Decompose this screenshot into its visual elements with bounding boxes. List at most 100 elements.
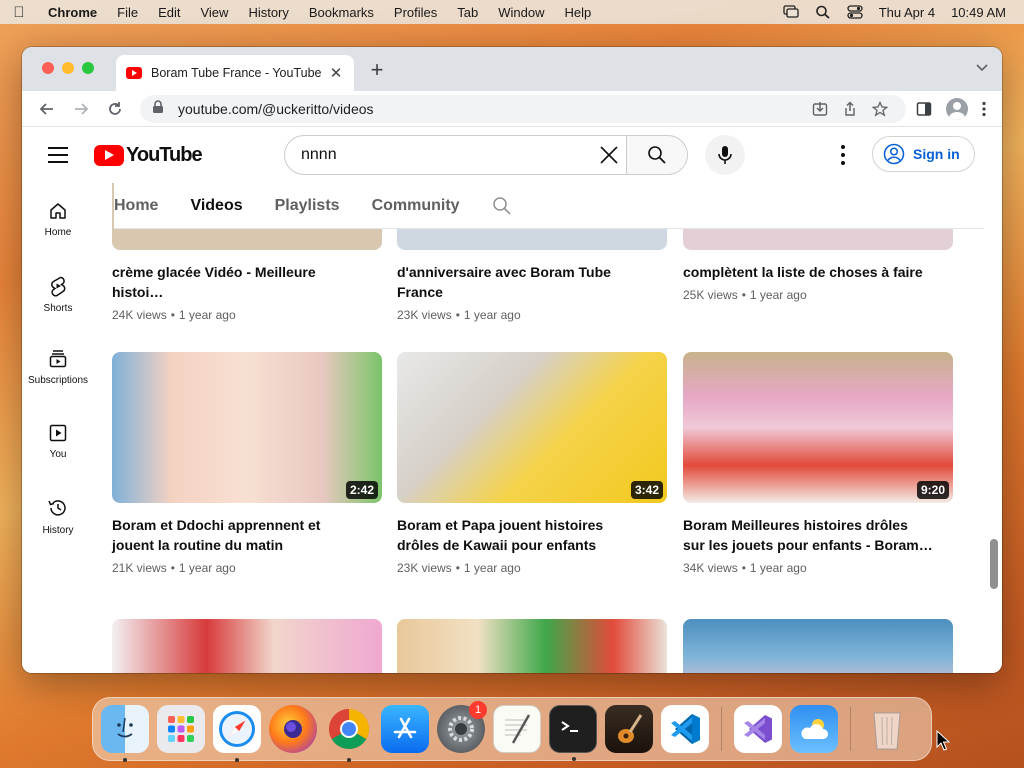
launchpad-icon[interactable] bbox=[157, 705, 205, 753]
share-icon[interactable] bbox=[842, 100, 858, 117]
vscode-icon[interactable] bbox=[661, 705, 709, 753]
visual-studio-icon[interactable] bbox=[734, 705, 782, 753]
tab-community[interactable]: Community bbox=[372, 197, 460, 215]
screen-mirroring-icon[interactable] bbox=[783, 5, 799, 19]
menu-bar:  Chrome File Edit View History Bookmark… bbox=[0, 0, 1024, 24]
chrome-menu-icon[interactable] bbox=[982, 101, 986, 117]
video-thumbnail[interactable] bbox=[397, 619, 667, 673]
search-input[interactable]: nnnn bbox=[284, 135, 626, 175]
video-thumbnail[interactable] bbox=[112, 619, 382, 673]
back-button[interactable] bbox=[32, 94, 62, 124]
tab-playlists[interactable]: Playlists bbox=[275, 197, 340, 215]
tab-home[interactable]: Home bbox=[114, 197, 158, 215]
video-title[interactable]: Boram et Ddochi apprennent et jouent la … bbox=[112, 515, 382, 555]
safari-icon[interactable] bbox=[213, 705, 261, 762]
video-card[interactable]: 3:42 Boram et Papa jouent histoires drôl… bbox=[397, 352, 667, 575]
video-title[interactable]: crème glacée Vidéo - Meilleure histoi… bbox=[112, 262, 382, 302]
garageband-icon[interactable] bbox=[605, 705, 653, 753]
spotlight-search-icon[interactable] bbox=[815, 5, 831, 19]
menu-app-name[interactable]: Chrome bbox=[38, 5, 107, 20]
clear-search-icon[interactable] bbox=[598, 144, 620, 166]
menu-view[interactable]: View bbox=[190, 5, 238, 20]
tab-title: Boram Tube France - YouTube bbox=[151, 66, 322, 80]
weather-icon[interactable] bbox=[790, 705, 838, 753]
menu-date[interactable]: Thu Apr 4 bbox=[879, 5, 935, 20]
menu-file[interactable]: File bbox=[107, 5, 148, 20]
video-meta: 21K views • 1 year ago bbox=[112, 561, 236, 575]
address-bar[interactable]: youtube.com/@uckeritto/videos bbox=[140, 94, 906, 123]
reload-button[interactable] bbox=[100, 94, 130, 124]
video-thumbnail[interactable]: 2:42 bbox=[112, 352, 382, 503]
left-guide: Home Shorts Subscriptions You History bbox=[22, 183, 94, 673]
view-count: 21K views bbox=[112, 561, 167, 575]
textedit-icon[interactable] bbox=[493, 705, 541, 753]
menu-help[interactable]: Help bbox=[555, 5, 602, 20]
dock: 1 bbox=[92, 697, 932, 762]
chrome-icon[interactable] bbox=[325, 705, 373, 762]
video-meta: 24K views • 1 year ago bbox=[112, 308, 236, 322]
video-card[interactable] bbox=[683, 619, 953, 673]
tab-videos[interactable]: Videos bbox=[190, 197, 242, 215]
browser-toolbar: youtube.com/@uckeritto/videos bbox=[22, 91, 1002, 127]
nav-subscriptions[interactable]: Subscriptions bbox=[22, 331, 94, 405]
bookmark-star-icon[interactable] bbox=[872, 100, 888, 117]
nav-home[interactable]: Home bbox=[22, 183, 94, 257]
system-settings-icon[interactable]: 1 bbox=[437, 701, 487, 753]
nav-shorts[interactable]: Shorts bbox=[22, 257, 94, 331]
video-card[interactable]: 2:42 Boram et Ddochi apprennent et jouen… bbox=[112, 352, 382, 575]
video-card[interactable]: 9:20 Boram Meilleures histoires drôles s… bbox=[683, 352, 953, 575]
tab-close-icon[interactable]: ✕ bbox=[328, 64, 344, 82]
install-app-icon[interactable] bbox=[812, 101, 828, 117]
settings-more-icon[interactable] bbox=[840, 145, 846, 165]
video-meta: 25K views • 1 year ago bbox=[683, 288, 807, 302]
video-thumbnail[interactable]: 3:42 bbox=[397, 352, 667, 503]
video-title[interactable]: Boram Meilleures histoires drôles sur le… bbox=[683, 515, 953, 555]
video-title[interactable]: complètent la liste de choses à faire bbox=[683, 262, 953, 282]
page-scrollbar[interactable] bbox=[990, 539, 998, 589]
tab-search-chevron-icon[interactable] bbox=[976, 61, 988, 75]
finder-icon[interactable] bbox=[101, 705, 149, 762]
youtube-logo-text: YouTube bbox=[126, 144, 203, 166]
side-panel-icon[interactable] bbox=[916, 101, 932, 117]
guide-menu-icon[interactable] bbox=[48, 147, 68, 163]
video-thumbnail[interactable]: 9:20 bbox=[683, 352, 953, 503]
video-duration: 9:20 bbox=[916, 481, 949, 499]
apple-menu-icon[interactable]:  bbox=[0, 4, 38, 21]
menu-tab[interactable]: Tab bbox=[447, 5, 488, 20]
video-card[interactable] bbox=[112, 619, 382, 673]
firefox-icon[interactable] bbox=[269, 705, 317, 753]
terminal-icon[interactable] bbox=[549, 705, 597, 761]
voice-search-button[interactable] bbox=[705, 135, 745, 175]
close-window-button[interactable] bbox=[42, 62, 54, 74]
site-info-icon[interactable] bbox=[152, 100, 168, 117]
menu-profiles[interactable]: Profiles bbox=[384, 5, 447, 20]
youtube-logo[interactable]: YouTube bbox=[94, 144, 203, 167]
menu-history[interactable]: History bbox=[238, 5, 298, 20]
nav-history[interactable]: History bbox=[22, 479, 94, 553]
forward-button[interactable] bbox=[66, 94, 96, 124]
nav-you[interactable]: You bbox=[22, 405, 94, 479]
search-button[interactable] bbox=[626, 135, 688, 175]
search-query[interactable]: nnnn bbox=[301, 146, 337, 164]
menu-edit[interactable]: Edit bbox=[148, 5, 190, 20]
video-card[interactable] bbox=[397, 619, 667, 673]
zoom-window-button[interactable] bbox=[82, 62, 94, 74]
browser-tab[interactable]: Boram Tube France - YouTube ✕ bbox=[116, 55, 354, 91]
menu-window[interactable]: Window bbox=[488, 5, 554, 20]
menu-bookmarks[interactable]: Bookmarks bbox=[299, 5, 384, 20]
video-title[interactable]: d'anniversaire avec Boram Tube France bbox=[397, 262, 667, 302]
trash-icon[interactable] bbox=[863, 705, 911, 753]
sign-in-button[interactable]: Sign in bbox=[872, 136, 975, 172]
url-text[interactable]: youtube.com/@uckeritto/videos bbox=[178, 101, 374, 117]
minimize-window-button[interactable] bbox=[62, 62, 74, 74]
you-icon bbox=[49, 424, 67, 442]
channel-search-icon[interactable] bbox=[492, 196, 512, 216]
control-center-icon[interactable] bbox=[847, 5, 863, 19]
menu-time[interactable]: 10:49 AM bbox=[951, 5, 1006, 20]
new-tab-button[interactable]: + bbox=[366, 59, 388, 81]
shorts-icon bbox=[51, 276, 66, 297]
profile-avatar-icon[interactable] bbox=[946, 97, 968, 120]
app-store-icon[interactable] bbox=[381, 705, 429, 753]
video-thumbnail[interactable] bbox=[683, 619, 953, 673]
video-title[interactable]: Boram et Papa jouent histoires drôles de… bbox=[397, 515, 667, 555]
